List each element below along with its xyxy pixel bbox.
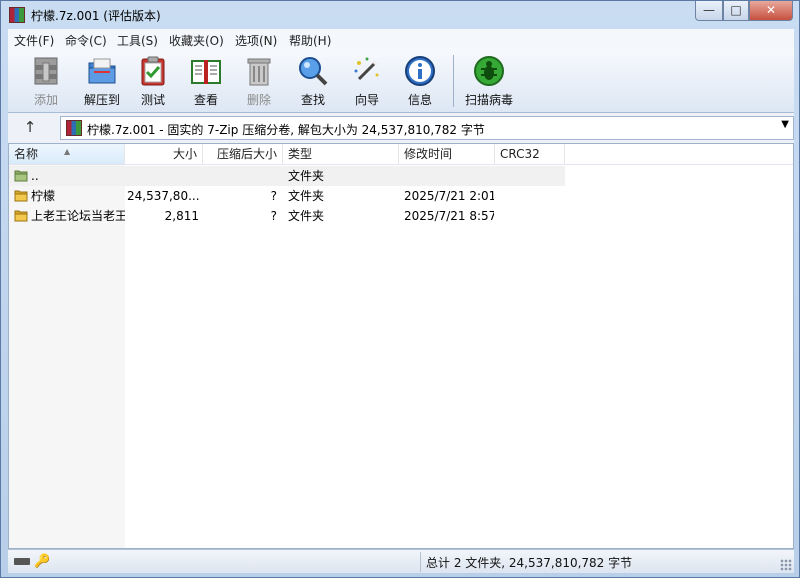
test-label: 测试 (140, 93, 165, 107)
item-size: 24,537,80... (127, 189, 199, 203)
item-packed: ? (270, 189, 277, 203)
column-header-name-label: 名称 (14, 147, 39, 161)
column-header-name[interactable]: 名称 ▲ (9, 144, 125, 164)
item-modified (404, 166, 494, 186)
extract-to-label: 解压到 (83, 93, 120, 107)
delete-trash-icon (247, 58, 271, 86)
find-label: 查找 (300, 93, 325, 107)
list-item-folder[interactable]: 柠檬 24,537,80... ? 文件夹 2025/7/21 2:01 (9, 186, 565, 206)
item-size: 2,811 (164, 209, 199, 223)
list-item-parent[interactable]: .. 文件夹 (9, 166, 565, 186)
item-packed: ? (270, 209, 277, 223)
view-book-icon (191, 60, 221, 84)
item-modified: 2025/7/21 8:57 (404, 209, 494, 223)
address-text: 柠檬.7z.001 - 固实的 7-Zip 压缩分卷, 解包大小为 24,537… (87, 123, 485, 137)
find-magnifier-icon (299, 57, 328, 86)
item-modified: 2025/7/21 2:01 (404, 189, 494, 203)
archive-icon (66, 120, 82, 136)
menu-file[interactable]: 文件(F) (14, 32, 54, 49)
info-icon (405, 56, 435, 86)
toolbar-separator (453, 55, 454, 107)
item-type: 文件夹 (288, 169, 325, 183)
wizard-wand-icon (354, 57, 379, 81)
test-clipboard-icon (141, 56, 165, 86)
find-button[interactable]: 查找 (285, 53, 341, 111)
delete-label: 删除 (246, 93, 271, 107)
key-icon[interactable]: 🔑 (34, 554, 50, 569)
title-bar[interactable]: 柠檬.7z.001 (评估版本) — □ ✕ (1, 1, 799, 29)
window-title: 柠檬.7z.001 (评估版本) (31, 9, 161, 23)
virus-scan-icon (474, 56, 504, 86)
status-text: 总计 2 文件夹, 24,537,810,782 字节 (426, 556, 633, 570)
info-label: 信息 (407, 93, 432, 107)
up-arrow-icon[interactable]: ↑ (18, 117, 42, 139)
item-name: 上老王论坛当老王 (31, 209, 125, 223)
menu-options[interactable]: 选项(N) (235, 32, 277, 49)
item-type: 文件夹 (288, 209, 325, 223)
app-window: 柠檬.7z.001 (评估版本) — □ ✕ 文件(F) 命令(C) 工具(S)… (0, 0, 800, 578)
column-header-packed[interactable]: 压缩后大小 (203, 144, 283, 164)
folder-up-icon (14, 170, 28, 182)
virus-scan-button[interactable]: 扫描病毒 (457, 53, 521, 111)
add-button[interactable]: 添加 (18, 53, 74, 111)
test-button[interactable]: 测试 (125, 53, 181, 111)
view-label: 查看 (193, 93, 218, 107)
status-bar: 🔑 总计 2 文件夹, 24,537,810,782 字节 (8, 549, 794, 573)
extract-to-icon (88, 58, 116, 84)
info-button[interactable]: 信息 (392, 53, 448, 111)
winrar-app-icon[interactable] (9, 7, 25, 23)
virus-scan-label: 扫描病毒 (464, 93, 513, 107)
address-row: ↑ 柠檬.7z.001 - 固实的 7-Zip 压缩分卷, 解包大小为 24,5… (8, 113, 794, 143)
resize-grip-icon[interactable] (780, 559, 792, 571)
folder-icon (14, 190, 28, 202)
add-archive-icon (34, 57, 58, 85)
column-header-crc[interactable]: CRC32 (495, 144, 565, 164)
list-header: 名称 ▲ 大小 压缩后大小 类型 修改时间 CRC32 (9, 144, 793, 165)
menu-help[interactable]: 帮助(H) (289, 32, 331, 49)
wizard-label: 向导 (354, 93, 379, 107)
minimize-button[interactable]: — (695, 1, 723, 21)
view-button[interactable]: 查看 (178, 53, 234, 111)
toolbar: 添加 解压到 测试 查看 删除 查找 向导 信息 扫描病毒 (8, 49, 794, 113)
item-name: 柠檬 (31, 189, 56, 203)
list-item-folder[interactable]: 上老王论坛当老王 2,811 ? 文件夹 2025/7/21 8:57 (9, 206, 565, 226)
close-button[interactable]: ✕ (749, 1, 793, 21)
delete-button[interactable]: 删除 (231, 53, 287, 111)
extract-to-button[interactable]: 解压到 (74, 53, 130, 111)
column-header-modified[interactable]: 修改时间 (399, 144, 495, 164)
address-bar[interactable]: 柠檬.7z.001 - 固实的 7-Zip 压缩分卷, 解包大小为 24,537… (60, 116, 794, 140)
item-type: 文件夹 (288, 189, 325, 203)
wizard-button[interactable]: 向导 (339, 53, 395, 111)
menu-favorites[interactable]: 收藏夹(O) (169, 32, 224, 49)
status-separator (420, 552, 421, 572)
column-header-size[interactable]: 大小 (125, 144, 203, 164)
maximize-button[interactable]: □ (723, 1, 749, 21)
item-packed (205, 166, 277, 186)
file-list[interactable]: 名称 ▲ 大小 压缩后大小 类型 修改时间 CRC32 .. 文件夹 柠檬 24… (8, 143, 794, 549)
item-name: .. (31, 169, 39, 183)
menu-commands[interactable]: 命令(C) (65, 32, 107, 49)
menu-bar: 文件(F) 命令(C) 工具(S) 收藏夹(O) 选项(N) 帮助(H) (8, 29, 794, 49)
item-size (127, 166, 199, 186)
add-label: 添加 (33, 93, 58, 107)
chevron-down-icon[interactable]: ▼ (781, 119, 789, 130)
folder-icon (14, 210, 28, 222)
menu-tools[interactable]: 工具(S) (117, 32, 158, 49)
sort-ascending-icon: ▲ (64, 147, 71, 156)
column-header-type[interactable]: 类型 (283, 144, 399, 164)
drive-icon[interactable] (14, 558, 30, 565)
